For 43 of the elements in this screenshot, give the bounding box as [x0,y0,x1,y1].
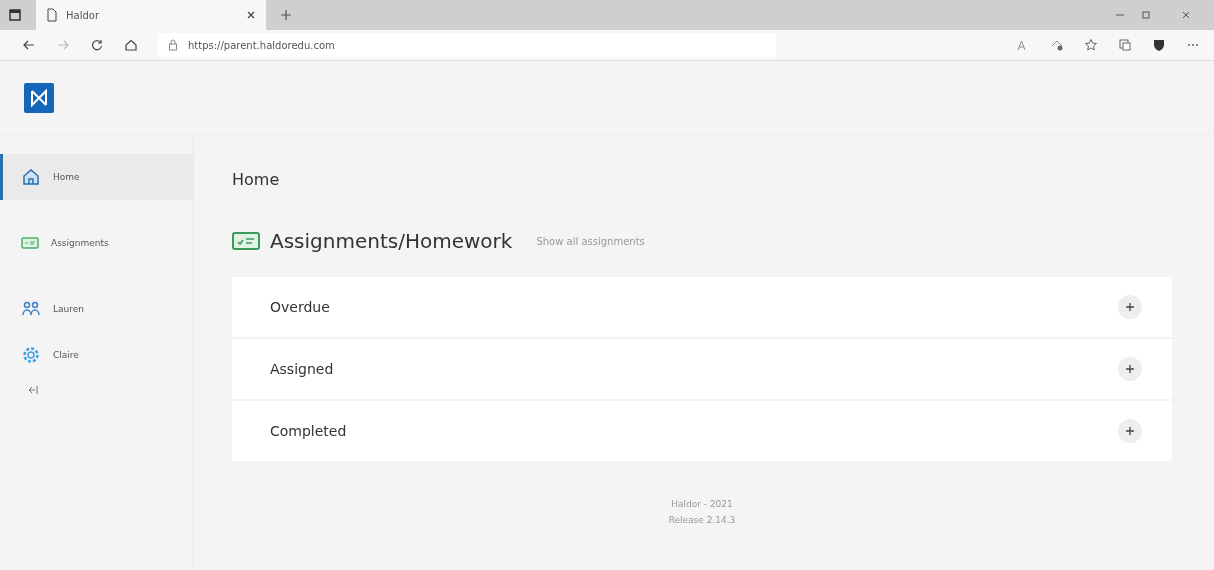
tab-title: Haldor [66,9,100,21]
gear-icon [21,345,41,365]
expand-button[interactable] [1118,357,1142,381]
section-title: Assignments/Homework [270,229,513,253]
group-label: Completed [270,423,347,439]
sidebar-item[interactable]: Home [0,154,193,200]
home-icon[interactable] [124,38,138,52]
expand-button[interactable] [1118,419,1142,443]
page-icon [46,8,58,22]
close-icon[interactable] [246,10,256,20]
close-icon[interactable] [1180,9,1192,21]
assignment-card-icon [21,236,39,250]
page-title: Home [232,170,281,189]
group-label: Assigned [270,361,334,377]
star-icon[interactable] [1084,38,1098,52]
accordion-row[interactable]: Assigned [232,339,1172,399]
lock-icon [168,39,178,51]
refresh-icon[interactable] [90,38,104,52]
assignment-card-icon [232,231,260,251]
back-icon[interactable] [22,38,36,52]
group-label: Overdue [270,299,330,315]
new-tab-icon[interactable] [280,9,292,21]
footer-text: Release 2.14.3 [668,515,736,525]
sidebar-item[interactable]: Assignments [0,220,193,266]
tab-actions-icon[interactable] [8,8,22,22]
expand-button[interactable] [1118,295,1142,319]
collapse-icon[interactable] [26,384,40,396]
accordion-row[interactable]: Overdue [232,277,1172,337]
plus-icon [1125,302,1135,312]
plus-icon [1125,426,1135,436]
home-icon [21,167,41,187]
sidebar-item[interactable]: Lauren [0,286,193,332]
shield-icon[interactable] [1152,38,1166,52]
footer-text: Haldor - 2021 [671,499,733,509]
accordion-row[interactable]: Completed [232,401,1172,461]
sidebar-item[interactable]: Claire [0,332,193,378]
plus-icon [1125,364,1135,374]
collections-icon[interactable] [1118,38,1132,52]
browser-tab[interactable]: Haldor [36,0,266,30]
logo-icon[interactable] [24,83,54,113]
people-icon [21,300,41,318]
restore-icon[interactable] [1140,9,1152,21]
address-field[interactable]: https://parent.haldoredu.com [158,33,776,57]
